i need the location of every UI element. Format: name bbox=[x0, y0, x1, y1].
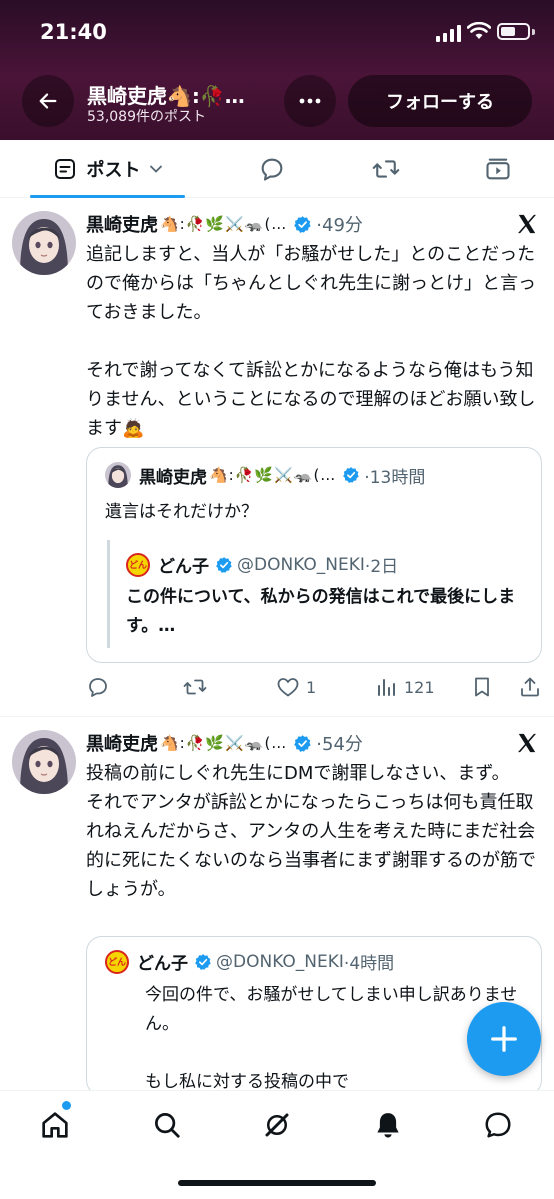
view-count: 121 bbox=[404, 677, 435, 697]
verified-badge-icon bbox=[342, 466, 360, 484]
quoted-timestamp: ·4時間 bbox=[343, 954, 395, 974]
avatar[interactable] bbox=[12, 730, 76, 794]
quoted-post[interactable]: 黒崎吏虎 🐴:🥀🌿⚔️🦡(… ·13時間 遺言はそれだけか？ どん どん子 @D… bbox=[86, 447, 542, 663]
donko-avatar-icon: どん bbox=[126, 552, 150, 577]
share-icon bbox=[521, 677, 539, 697]
chevron-down-icon bbox=[149, 165, 162, 173]
quoted-post-header: どん どん子 @DONKO_NEKI ·4時間 bbox=[105, 949, 394, 974]
quoted-author-name: 黒崎吏虎 bbox=[139, 467, 207, 488]
nav-messages[interactable] bbox=[468, 1105, 528, 1145]
quoted-post-header: 黒崎吏虎 🐴:🥀🌿⚔️🦡(… ·13時間 bbox=[105, 462, 425, 488]
quoted-timestamp: ·13時間 bbox=[364, 467, 426, 488]
arrow-left-icon bbox=[39, 93, 57, 109]
repost-button[interactable] bbox=[182, 671, 214, 703]
tab-media[interactable] bbox=[468, 140, 528, 198]
tab-selected-indicator bbox=[30, 195, 185, 198]
heart-icon bbox=[277, 678, 299, 697]
analytics-icon bbox=[378, 679, 395, 696]
reply-button[interactable] bbox=[86, 671, 116, 703]
like-count: 1 bbox=[306, 677, 317, 697]
post-timestamp[interactable]: ·54分 bbox=[316, 730, 363, 756]
verified-badge-icon bbox=[293, 215, 312, 234]
wifi-icon bbox=[467, 22, 491, 39]
quoted-author-name: どん子 bbox=[137, 954, 188, 974]
compose-post-button[interactable] bbox=[467, 1002, 541, 1076]
verified-badge-icon bbox=[293, 734, 312, 753]
reply-icon bbox=[261, 158, 283, 181]
nav-home[interactable] bbox=[25, 1105, 85, 1145]
post-author-emojis: 🐴:🥀🌿⚔️🦡(… bbox=[160, 215, 288, 233]
x-logo-icon bbox=[518, 214, 536, 234]
bookmark-button[interactable] bbox=[470, 671, 494, 703]
post-author-emojis: 🐴:🥀🌿⚔️🦡(… bbox=[160, 734, 288, 752]
post-header: 黒崎吏虎 🐴:🥀🌿⚔️🦡(… ·49分 bbox=[86, 211, 526, 237]
tab-posts[interactable]: ポスト bbox=[30, 140, 185, 198]
nested-quoted-text: この件について、私からの発信はこれで最後にします。… bbox=[126, 587, 516, 636]
quoted-text: 遺言はそれだけか？ bbox=[105, 502, 258, 522]
battery-icon bbox=[497, 23, 530, 40]
cellular-signal-icon bbox=[436, 24, 462, 42]
views-button[interactable]: 121 bbox=[374, 671, 435, 703]
bell-icon bbox=[377, 1113, 399, 1138]
avatar[interactable] bbox=[12, 211, 76, 275]
media-icon bbox=[486, 158, 510, 180]
retweet-icon bbox=[372, 160, 400, 178]
tab-reposts[interactable] bbox=[356, 140, 416, 198]
x-logo-icon bbox=[518, 733, 536, 753]
header-post-count: 53,089件のポスト bbox=[87, 109, 206, 125]
post-author-name[interactable]: 黒崎吏虎 bbox=[86, 211, 158, 237]
plus-icon bbox=[491, 1026, 517, 1052]
post-text: 投稿の前にしぐれ先生にDMで謝罪しなさい、まず。 それでアンタが訴訟とかになった… bbox=[86, 763, 536, 900]
grok-icon bbox=[265, 1113, 289, 1137]
post-author-name[interactable]: 黒崎吏虎 bbox=[86, 730, 158, 756]
share-button[interactable] bbox=[518, 671, 542, 703]
avatar bbox=[105, 462, 131, 488]
search-icon bbox=[155, 1113, 180, 1138]
messages-icon bbox=[485, 1112, 511, 1138]
nav-search[interactable] bbox=[137, 1105, 197, 1145]
status-time: 21:40 bbox=[40, 20, 107, 44]
follow-button[interactable]: フォローする bbox=[348, 75, 532, 127]
more-dots-icon bbox=[299, 98, 321, 104]
nested-author-name: どん子 bbox=[158, 557, 209, 577]
tab-replies[interactable] bbox=[242, 140, 302, 198]
back-button[interactable] bbox=[22, 75, 74, 127]
like-button[interactable]: 1 bbox=[276, 671, 316, 703]
quoted-author-handle: @DONKO_NEKI bbox=[216, 951, 344, 972]
header-profile-name: 黒崎吏虎🐴:🥀… bbox=[87, 84, 245, 108]
nav-grok[interactable] bbox=[247, 1105, 307, 1145]
post-actions: 1 121 bbox=[86, 671, 546, 703]
nav-notifications[interactable] bbox=[358, 1105, 418, 1145]
profile-header: 21:40 黒崎吏虎🐴:🥀… 53,089件のポスト フォローする bbox=[0, 0, 554, 140]
post-text: 追記しますと、当人が「お騒がせした」とのことだったので俺からは「ちゃんとしぐれ先… bbox=[86, 244, 536, 439]
status-bar: 21:40 bbox=[0, 18, 554, 48]
notification-dot bbox=[62, 1101, 71, 1110]
avatar-image bbox=[12, 730, 76, 794]
verified-badge-icon bbox=[215, 556, 233, 574]
tab-posts-label: ポスト bbox=[86, 160, 141, 181]
avatar-image bbox=[12, 211, 76, 275]
nested-quoted-post[interactable]: どん どん子 @DONKO_NEKI ·2日 この件について、私からの発信はこれ… bbox=[107, 540, 527, 648]
post[interactable]: 黒崎吏虎 🐴:🥀🌿⚔️🦡(… ·49分 追記しますと、当人が「お騒がせした」との… bbox=[0, 199, 554, 717]
retweet-icon bbox=[183, 679, 207, 695]
nested-quote-header: どん どん子 @DONKO_NEKI ·2日 bbox=[126, 552, 527, 577]
bookmark-icon bbox=[475, 677, 489, 697]
more-button[interactable] bbox=[284, 75, 336, 127]
donko-avatar-icon: どん bbox=[105, 949, 129, 974]
home-icon bbox=[42, 1112, 68, 1138]
reply-icon bbox=[89, 678, 107, 697]
post-header: 黒崎吏虎 🐴:🥀🌿⚔️🦡(… ·54分 bbox=[86, 730, 526, 756]
nested-timestamp: ·2日 bbox=[364, 557, 399, 577]
post-timestamp[interactable]: ·49分 bbox=[316, 211, 363, 237]
home-indicator bbox=[178, 1180, 376, 1186]
quoted-author-emojis: 🐴:🥀🌿⚔️🦡(… bbox=[209, 466, 337, 484]
nested-author-handle: @DONKO_NEKI bbox=[237, 554, 365, 575]
timeline-tabs: ポスト bbox=[0, 140, 554, 198]
post-list-icon bbox=[54, 159, 75, 179]
verified-badge-icon bbox=[194, 953, 212, 971]
